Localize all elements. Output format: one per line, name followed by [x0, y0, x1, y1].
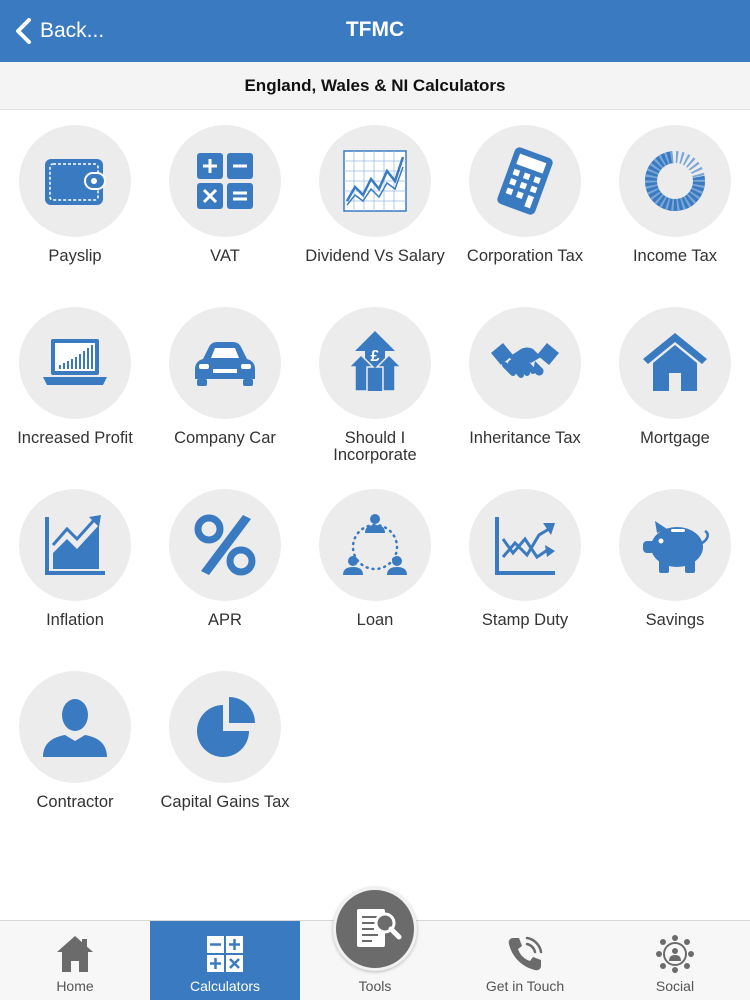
calculator-capital-gains-tax[interactable]: Capital Gains Tax — [150, 656, 300, 838]
calculator-inflation[interactable]: Inflation — [0, 474, 150, 656]
icon-circle — [19, 307, 131, 419]
tile-label: VAT — [210, 247, 240, 265]
donut-chart-icon — [645, 151, 705, 211]
navigation-bar: Back... TFMC — [0, 0, 750, 62]
tile-label: Savings — [645, 611, 705, 629]
social-network-icon — [656, 935, 694, 973]
phone-icon — [508, 936, 543, 971]
calculator-keys-icon — [197, 153, 253, 209]
tile-label: Payslip — [48, 247, 102, 265]
tile-label: APR — [208, 611, 242, 629]
calculator-loan[interactable]: Loan — [300, 474, 450, 656]
calculator-dividend-vs-salary[interactable]: Dividend Vs Salary — [300, 110, 450, 292]
calculator-should-i-incorporate[interactable]: £ Should I Incorporate — [300, 292, 450, 474]
tab-calculators[interactable]: Calculators — [150, 921, 300, 1000]
tile-label: Inheritance Tax — [469, 429, 581, 447]
icon-circle — [169, 489, 281, 601]
icon-circle: £ — [319, 307, 431, 419]
calculator-stamp-duty[interactable]: Stamp Duty — [450, 474, 600, 656]
person-icon — [43, 699, 107, 757]
tile-label: Inflation — [46, 611, 104, 629]
icon-circle — [469, 125, 581, 237]
icon-circle — [619, 307, 731, 419]
tile-label: Stamp Duty — [481, 611, 569, 629]
icon-circle — [319, 125, 431, 237]
piggy-bank-icon — [643, 521, 709, 573]
tools-button[interactable] — [333, 887, 417, 971]
tab-label: Home — [56, 978, 94, 994]
tile-label: Corporation Tax — [466, 247, 584, 265]
calculator-savings[interactable]: Savings — [600, 474, 750, 656]
icon-circle — [169, 671, 281, 783]
icon-circle — [19, 489, 131, 601]
calculator-mortgage[interactable]: Mortgage — [600, 292, 750, 474]
tile-label: Mortgage — [640, 429, 710, 447]
svg-text:£: £ — [371, 348, 380, 365]
tab-get-in-touch[interactable]: Get in Touch — [450, 921, 600, 1000]
tab-label: Calculators — [189, 978, 261, 994]
rising-area-chart-icon — [45, 515, 105, 575]
calculator-icon — [497, 147, 553, 215]
calculator-corporation-tax[interactable]: Corporation Tax — [450, 110, 600, 292]
tile-label: Company Car — [174, 429, 276, 447]
icon-circle — [469, 307, 581, 419]
icon-circle — [319, 489, 431, 601]
tile-label: Contractor — [36, 793, 114, 811]
icon-circle — [169, 307, 281, 419]
crossing-lines-chart-icon — [495, 517, 555, 575]
calculator-company-car[interactable]: Company Car — [150, 292, 300, 474]
icon-circle — [469, 489, 581, 601]
car-icon — [195, 342, 255, 386]
calculator-grid: Payslip VAT Dividend Vs Salary Corporati… — [0, 110, 750, 838]
laptop-chart-icon — [43, 339, 107, 385]
document-search-icon — [357, 909, 402, 947]
tab-label: Get in Touch — [485, 978, 565, 994]
tab-label: Tools — [358, 978, 392, 994]
page-title: TFMC — [345, 18, 405, 41]
icon-circle — [19, 125, 131, 237]
pound-arrows-icon: £ — [347, 331, 403, 392]
tile-label: Capital Gains Tax — [160, 793, 290, 811]
icon-circle — [19, 671, 131, 783]
calculator-vat[interactable]: VAT — [150, 110, 300, 292]
pie-chart-icon — [197, 697, 255, 757]
icon-circle — [619, 489, 731, 601]
calculator-keys-icon — [207, 936, 243, 972]
section-title: England, Wales & NI Calculators — [0, 62, 750, 110]
percent-icon — [194, 514, 256, 576]
tile-label: Increased Profit — [17, 429, 133, 447]
tab-social[interactable]: Social — [600, 921, 750, 1000]
calculator-increased-profit[interactable]: Increased Profit — [0, 292, 150, 474]
calculator-income-tax[interactable]: Income Tax — [600, 110, 750, 292]
tab-home[interactable]: Home — [0, 921, 150, 1000]
tile-label: Loan — [356, 611, 394, 629]
calculator-contractor[interactable]: Contractor — [0, 656, 150, 838]
calculator-inheritance-tax[interactable]: Inheritance Tax — [450, 292, 600, 474]
tile-label: Income Tax — [632, 247, 718, 265]
tab-label: Social — [655, 978, 695, 994]
icon-circle — [619, 125, 731, 237]
tile-label: Should I Incorporate — [333, 429, 417, 464]
line-chart-icon — [343, 150, 407, 212]
wallet-icon — [45, 159, 106, 205]
tile-label: Dividend Vs Salary — [305, 247, 445, 265]
calculator-apr[interactable]: APR — [150, 474, 300, 656]
house-icon — [643, 333, 707, 391]
home-icon — [57, 936, 93, 972]
calculator-payslip[interactable]: Payslip — [0, 110, 150, 292]
icon-circle — [169, 125, 281, 237]
handshake-icon — [491, 343, 559, 378]
people-network-icon — [343, 514, 407, 575]
